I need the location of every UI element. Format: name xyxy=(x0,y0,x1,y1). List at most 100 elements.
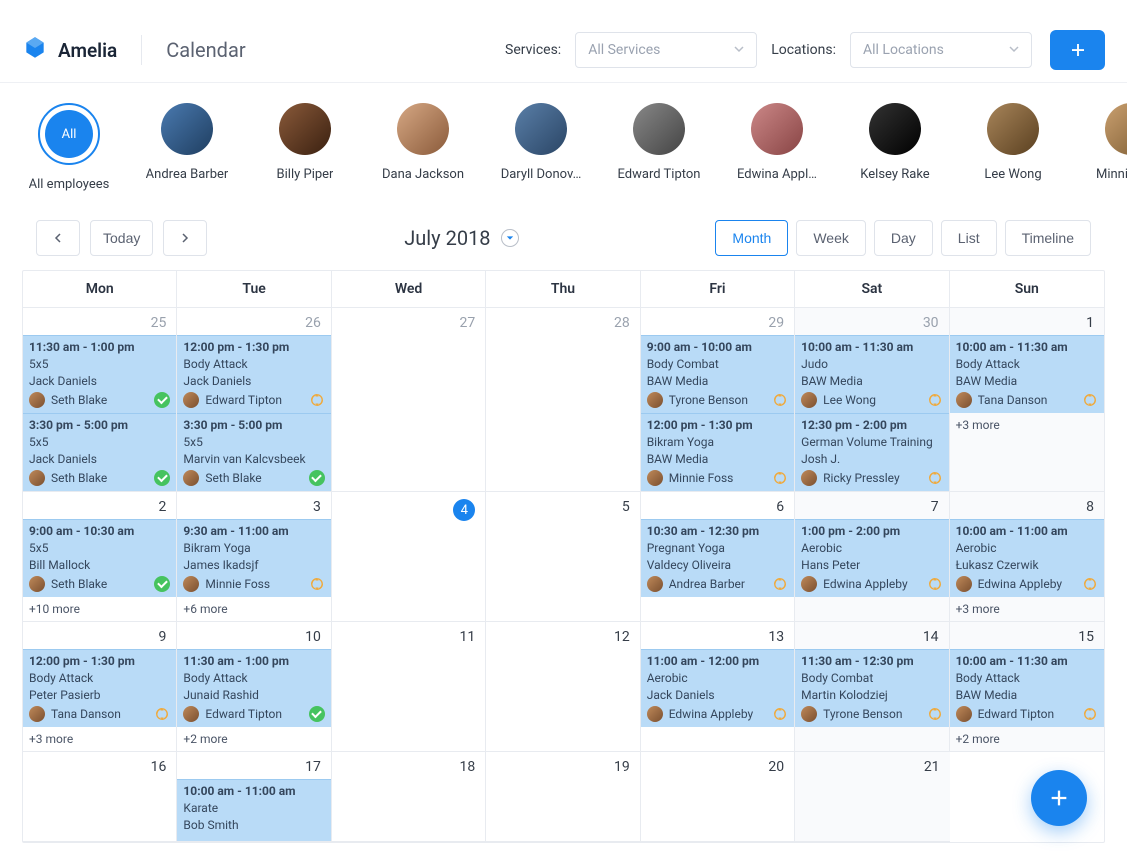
calendar-body: 2511:30 am - 1:00 pm5x5Jack DanielsSeth … xyxy=(23,308,1104,842)
event-customer: Łukasz Czerwik xyxy=(956,558,1098,572)
locations-select[interactable]: All Locations xyxy=(850,32,1032,68)
day-cell[interactable]: 299:00 am - 10:00 amBody CombatBAW Media… xyxy=(641,308,795,492)
day-cell[interactable]: 810:00 am - 11:00 amAerobicŁukasz Czerwi… xyxy=(950,492,1104,622)
day-cell[interactable]: 11 xyxy=(332,622,486,752)
day-cell[interactable]: 912:00 pm - 1:30 pmBody AttackPeter Pasi… xyxy=(23,622,177,752)
view-month[interactable]: Month xyxy=(715,220,788,256)
employee-name: Lee Wong xyxy=(823,393,920,407)
more-events-link[interactable]: +2 more xyxy=(950,727,1104,751)
employee-filter-item[interactable]: Kelsey Rake xyxy=(852,103,938,192)
day-cell[interactable]: 2612:00 pm - 1:30 pmBody AttackJack Dani… xyxy=(177,308,331,492)
more-events-link[interactable]: +6 more xyxy=(177,597,330,621)
employee-filter-item[interactable]: AllAll employees xyxy=(26,103,112,192)
day-cell[interactable]: 16 xyxy=(23,752,177,842)
calendar-event[interactable]: 11:00 am - 12:00 pmAerobicJack DanielsEd… xyxy=(641,649,794,727)
employee-filter-item[interactable]: Minnie Foss xyxy=(1088,103,1127,192)
caret-down-icon xyxy=(501,229,519,247)
calendar-event[interactable]: 11:30 am - 1:00 pm5x5Jack DanielsSeth Bl… xyxy=(23,335,176,413)
prev-button[interactable] xyxy=(36,220,80,256)
day-cell[interactable]: 29:00 am - 10:30 am5x5Bill MallockSeth B… xyxy=(23,492,177,622)
day-cell[interactable]: 1011:30 am - 1:00 pmBody AttackJunaid Ra… xyxy=(177,622,331,752)
weekday-cell: Tue xyxy=(177,271,331,308)
logo[interactable]: Amelia xyxy=(22,35,142,65)
view-timeline[interactable]: Timeline xyxy=(1005,220,1091,256)
employee-avatar xyxy=(29,576,45,592)
more-events-link[interactable]: +3 more xyxy=(23,727,176,751)
calendar-event[interactable]: 11:30 am - 1:00 pmBody AttackJunaid Rash… xyxy=(177,649,330,727)
day-cell[interactable]: 20 xyxy=(641,752,795,842)
weekday-cell: Wed xyxy=(332,271,486,308)
services-select[interactable]: All Services xyxy=(575,32,757,68)
event-service: 5x5 xyxy=(29,357,170,371)
date-picker[interactable]: July 2018 xyxy=(404,226,518,250)
more-events-link[interactable]: +2 more xyxy=(177,727,330,751)
calendar-event[interactable]: 12:30 pm - 2:00 pm German Volume Training… xyxy=(795,413,948,491)
status-approved-icon xyxy=(154,576,170,592)
employee-filter-item[interactable]: Billy Piper xyxy=(262,103,348,192)
view-week[interactable]: Week xyxy=(796,220,866,256)
view-day[interactable]: Day xyxy=(874,220,933,256)
day-cell[interactable]: 18 xyxy=(332,752,486,842)
day-cell[interactable]: 21 xyxy=(795,752,949,842)
day-cell[interactable]: 5 xyxy=(486,492,640,622)
employee-filter-item[interactable]: Daryll Donov… xyxy=(498,103,584,192)
event-service: German Volume Training xyxy=(801,435,942,449)
day-cell[interactable]: 1710:00 am - 11:00 amKarateBob Smith xyxy=(177,752,331,842)
calendar-event[interactable]: 9:30 am - 11:00 amBikram YogaJames Ikads… xyxy=(177,519,330,597)
day-cell[interactable]: 610:30 am - 12:30 pmPregnant YogaValdecy… xyxy=(641,492,795,622)
view-switcher: MonthWeekDayListTimeline xyxy=(715,220,1091,256)
calendar-event[interactable]: 9:00 am - 10:00 amBody CombatBAW MediaTy… xyxy=(641,335,794,413)
day-cell[interactable]: 71:00 pm - 2:00 pmAerobicHans PeterEdwin… xyxy=(795,492,949,622)
services-placeholder: All Services xyxy=(588,42,660,58)
day-cell[interactable]: 1510:00 am - 11:30 amBody AttackBAW Medi… xyxy=(950,622,1104,752)
more-events-link[interactable]: +3 more xyxy=(950,597,1104,621)
fab-add-button[interactable] xyxy=(1031,770,1087,826)
view-list[interactable]: List xyxy=(941,220,997,256)
more-events-link[interactable]: +10 more xyxy=(23,597,176,621)
day-cell[interactable]: 110:00 am - 11:30 amBody AttackBAW Media… xyxy=(950,308,1104,492)
calendar-event[interactable]: 10:00 am - 11:00 amAerobicŁukasz Czerwik… xyxy=(950,519,1104,597)
avatar xyxy=(869,103,921,155)
day-cell[interactable]: 27 xyxy=(332,308,486,492)
calendar-event[interactable]: 12:00 pm - 1:30 pmBody AttackJack Daniel… xyxy=(177,335,330,413)
day-cell[interactable]: 39:30 am - 11:00 amBikram YogaJames Ikad… xyxy=(177,492,331,622)
day-cell[interactable]: 1311:00 am - 12:00 pmAerobicJack Daniels… xyxy=(641,622,795,752)
employee-name: Edwina Appleby xyxy=(669,707,766,721)
day-cell[interactable]: 4 xyxy=(332,492,486,622)
event-customer: Marvin van Kalcvsbeek xyxy=(183,452,324,466)
more-events-link[interactable]: +3 more xyxy=(950,413,1104,437)
calendar-event[interactable]: 10:00 am - 11:30 amBody AttackBAW MediaE… xyxy=(950,649,1104,727)
day-cell[interactable]: 12 xyxy=(486,622,640,752)
calendar-event[interactable]: 10:30 am - 12:30 pmPregnant YogaValdecy … xyxy=(641,519,794,597)
event-service: Aerobic xyxy=(647,671,788,685)
calendar-event[interactable]: 3:30 pm - 5:00 pm5x5Jack DanielsSeth Bla… xyxy=(23,413,176,491)
event-time: 10:00 am - 11:30 am xyxy=(956,654,1098,668)
calendar-event[interactable]: 10:00 am - 11:00 amKarateBob Smith xyxy=(177,779,330,841)
calendar-event[interactable]: 11:30 am - 12:30 pmBody CombatMartin Kol… xyxy=(795,649,948,727)
calendar-event[interactable]: 12:00 pm - 1:30 pmBody AttackPeter Pasie… xyxy=(23,649,176,727)
employee-filter-item[interactable]: Lee Wong xyxy=(970,103,1056,192)
employee-filter-item[interactable]: Edwina Appl… xyxy=(734,103,820,192)
day-cell[interactable]: 1411:30 am - 12:30 pmBody CombatMartin K… xyxy=(795,622,949,752)
day-number: 1 xyxy=(950,308,1104,335)
employee-avatar xyxy=(801,706,817,722)
add-button[interactable] xyxy=(1050,30,1105,70)
event-time: 12:30 pm - 2:00 pm xyxy=(801,418,942,432)
status-pending-icon xyxy=(772,470,788,486)
employee-filter-item[interactable]: Andrea Barber xyxy=(144,103,230,192)
employee-name: Edward Tipton xyxy=(618,167,701,182)
next-button[interactable] xyxy=(163,220,207,256)
employee-filter-item[interactable]: Dana Jackson xyxy=(380,103,466,192)
day-cell[interactable]: 19 xyxy=(486,752,640,842)
employee-filter-item[interactable]: Edward Tipton xyxy=(616,103,702,192)
today-button[interactable]: Today xyxy=(90,220,153,256)
day-cell[interactable]: 3010:00 am - 11:30 amJudoBAW MediaLee Wo… xyxy=(795,308,949,492)
calendar-event[interactable]: 10:00 am - 11:30 amBody AttackBAW MediaT… xyxy=(950,335,1104,413)
calendar-event[interactable]: 9:00 am - 10:30 am5x5Bill MallockSeth Bl… xyxy=(23,519,176,597)
calendar-event[interactable]: 3:30 pm - 5:00 pm5x5Marvin van Kalcvsbee… xyxy=(177,413,330,491)
calendar-event[interactable]: 12:00 pm - 1:30 pmBikram YogaBAW MediaMi… xyxy=(641,413,794,491)
day-cell[interactable]: 28 xyxy=(486,308,640,492)
calendar-event[interactable]: 1:00 pm - 2:00 pmAerobicHans PeterEdwina… xyxy=(795,519,948,597)
day-cell[interactable]: 2511:30 am - 1:00 pm5x5Jack DanielsSeth … xyxy=(23,308,177,492)
calendar-event[interactable]: 10:00 am - 11:30 amJudoBAW MediaLee Wong xyxy=(795,335,948,413)
